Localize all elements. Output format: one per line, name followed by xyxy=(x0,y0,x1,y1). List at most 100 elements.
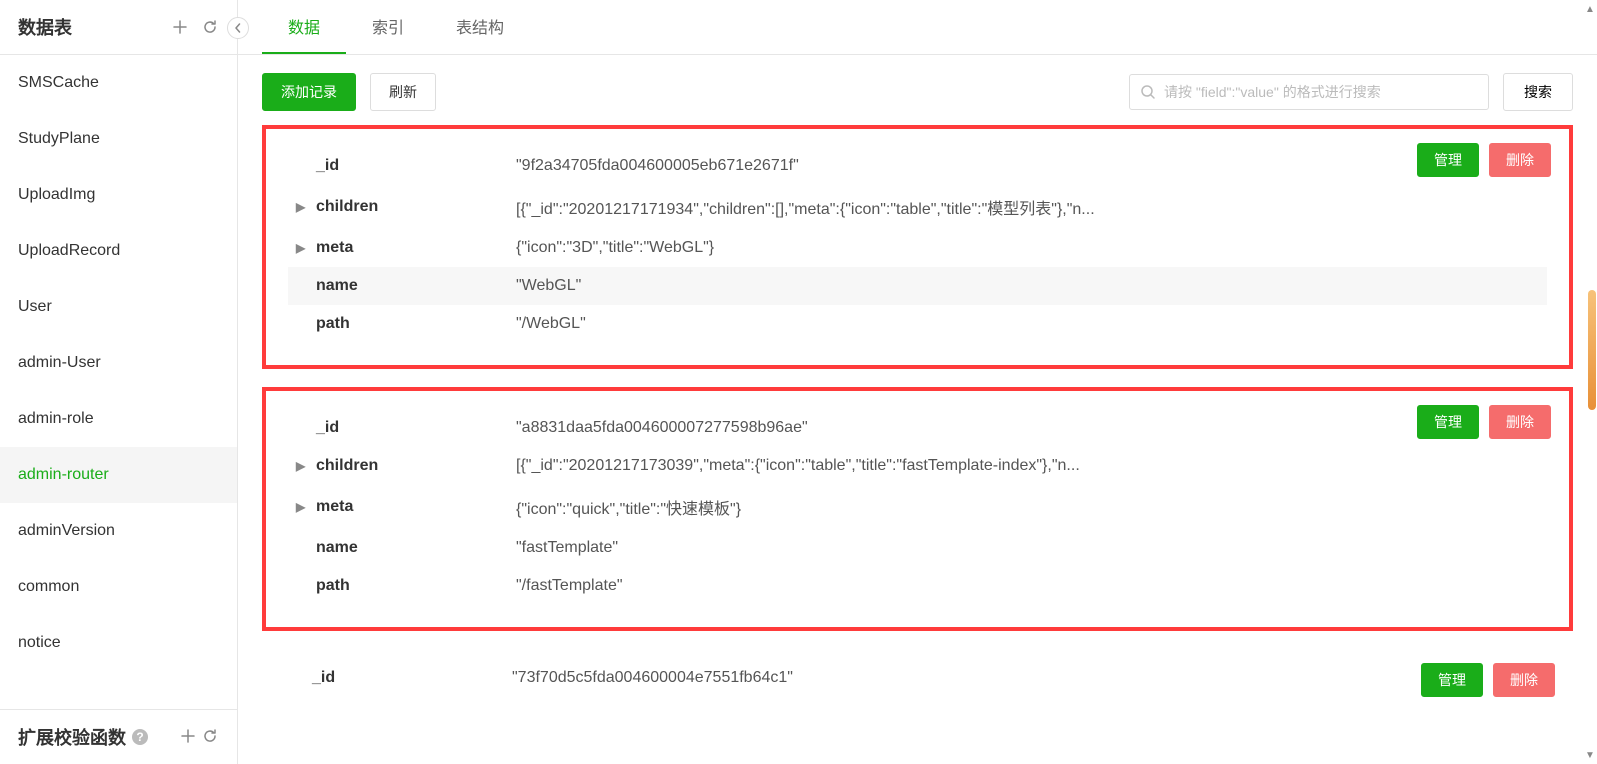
expand-caret-icon[interactable]: ▶ xyxy=(296,500,308,514)
field-key: ▶ children xyxy=(296,457,516,475)
field-value: "73f70d5c5fda004600004e7551fb64c1" xyxy=(512,669,1543,687)
field-row-children[interactable]: ▶ children [{"_id":"20201217173039","meta"… xyxy=(288,447,1547,485)
field-row-_id[interactable]: _id "a8831daa5fda004600007277598b96ae" xyxy=(288,409,1547,447)
sidebar-item-notice[interactable]: notice xyxy=(0,615,237,671)
sidebar-item-SMSCache[interactable]: SMSCache xyxy=(0,55,237,111)
field-value: "WebGL" xyxy=(516,277,1539,295)
search-box xyxy=(1129,74,1489,110)
sidebar-footer-title: 扩展校验函数 ? xyxy=(18,724,148,750)
field-key: _id xyxy=(296,157,516,175)
sidebar-item-adminVersion[interactable]: adminVersion xyxy=(0,503,237,559)
field-key-label: children xyxy=(316,457,378,475)
sidebar: 数据表 SMSCacheStudyPlaneUploadImgUploadRec… xyxy=(0,0,238,764)
search-input[interactable] xyxy=(1164,84,1478,100)
field-key: path xyxy=(296,315,516,333)
sidebar-item-admin-User[interactable]: admin-User xyxy=(0,335,237,391)
record-actions: 管理删除 xyxy=(1421,663,1555,697)
sidebar-item-admin-role[interactable]: admin-role xyxy=(0,391,237,447)
field-key-label: _id xyxy=(312,669,335,687)
field-key: name xyxy=(296,539,516,557)
sidebar-footer: 扩展校验函数 ? xyxy=(0,709,237,764)
field-key: path xyxy=(296,577,516,595)
sidebar-footer-actions xyxy=(179,727,219,747)
field-row-children[interactable]: ▶ children [{"_id":"20201217171934","child… xyxy=(288,185,1547,229)
field-key: name xyxy=(296,277,516,295)
sidebar-header: 数据表 xyxy=(0,0,237,55)
field-value: "/WebGL" xyxy=(516,315,1539,333)
tabs: 数据索引表结构 xyxy=(238,0,1597,55)
records-list: 管理删除_id"9f2a34705fda004600005eb671e2671f… xyxy=(238,125,1597,764)
sidebar-item-UploadImg[interactable]: UploadImg xyxy=(0,167,237,223)
field-row-meta[interactable]: ▶ meta {"icon":"quick","title":"快速模板"} xyxy=(288,485,1547,529)
sidebar-item-admin-router[interactable]: admin-router xyxy=(0,447,237,503)
scroll-up-icon[interactable]: ▲ xyxy=(1585,4,1595,14)
search-button[interactable]: 搜索 xyxy=(1503,73,1573,111)
field-key-label: _id xyxy=(316,419,339,437)
field-key: ▶ meta xyxy=(296,239,516,257)
sidebar-header-actions xyxy=(171,18,219,36)
record-actions: 管理删除 xyxy=(1417,405,1551,439)
scroll-thumb[interactable] xyxy=(1588,290,1596,410)
record-card: 管理删除 _id "9f2a34705fda004600005eb671e2671f… xyxy=(262,125,1573,369)
info-icon[interactable]: ? xyxy=(132,729,148,745)
field-value: [{"_id":"20201217173039","meta":{"icon":… xyxy=(516,457,1539,475)
field-value: [{"_id":"20201217171934","children":[],"… xyxy=(516,195,1539,219)
refresh-functions-icon[interactable] xyxy=(201,727,219,745)
field-row-name[interactable]: name "fastTemplate" xyxy=(288,529,1547,567)
field-key: _id xyxy=(296,419,516,437)
sidebar-item-StudyPlane[interactable]: StudyPlane xyxy=(0,111,237,167)
page-scrollbar[interactable]: ▲ ▼ xyxy=(1583,0,1597,764)
expand-caret-icon[interactable]: ▶ xyxy=(296,459,308,473)
field-row-meta[interactable]: ▶ meta {"icon":"3D","title":"WebGL"} xyxy=(288,229,1547,267)
field-key-label: name xyxy=(316,277,358,295)
scroll-down-icon[interactable]: ▼ xyxy=(1585,750,1595,760)
sidebar-title: 数据表 xyxy=(18,14,72,40)
sidebar-list: SMSCacheStudyPlaneUploadImgUploadRecordU… xyxy=(0,55,237,709)
refresh-tables-icon[interactable] xyxy=(201,18,219,36)
field-value: {"icon":"3D","title":"WebGL"} xyxy=(516,239,1539,257)
record-card: 管理删除 _id "a8831daa5fda004600007277598b96ae… xyxy=(262,387,1573,631)
delete-button[interactable]: 删除 xyxy=(1489,405,1551,439)
delete-button[interactable]: 删除 xyxy=(1489,143,1551,177)
field-key: _id xyxy=(292,669,512,687)
record-actions: 管理删除 xyxy=(1417,143,1551,177)
record-card: 管理删除 _id "73f70d5c5fda004600004e7551fb64c1… xyxy=(262,649,1573,707)
refresh-button[interactable]: 刷新 xyxy=(370,73,436,111)
add-record-button[interactable]: 添加记录 xyxy=(262,73,356,111)
field-value: "fastTemplate" xyxy=(516,539,1539,557)
field-value: {"icon":"quick","title":"快速模板"} xyxy=(516,495,1539,519)
manage-button[interactable]: 管理 xyxy=(1421,663,1483,697)
field-row-path[interactable]: path "/WebGL" xyxy=(288,305,1547,343)
collapse-sidebar-icon[interactable] xyxy=(227,17,249,39)
field-value: "a8831daa5fda004600007277598b96ae" xyxy=(516,419,1539,437)
field-key-label: meta xyxy=(316,498,353,516)
field-key: ▶ meta xyxy=(296,498,516,516)
tab-表结构[interactable]: 表结构 xyxy=(430,0,530,54)
field-key-label: meta xyxy=(316,239,353,257)
sidebar-item-UploadRecord[interactable]: UploadRecord xyxy=(0,223,237,279)
manage-button[interactable]: 管理 xyxy=(1417,405,1479,439)
field-key-label: children xyxy=(316,198,378,216)
field-key-label: name xyxy=(316,539,358,557)
sidebar-item-User[interactable]: User xyxy=(0,279,237,335)
expand-caret-icon[interactable]: ▶ xyxy=(296,200,308,214)
field-row-_id[interactable]: _id "73f70d5c5fda004600004e7551fb64c1" xyxy=(284,659,1551,697)
delete-button[interactable]: 删除 xyxy=(1493,663,1555,697)
sidebar-item-common[interactable]: common xyxy=(0,559,237,615)
add-function-icon[interactable] xyxy=(179,727,197,745)
expand-caret-icon[interactable]: ▶ xyxy=(296,241,308,255)
search-icon xyxy=(1140,84,1156,100)
field-key-label: path xyxy=(316,315,350,333)
field-row-path[interactable]: path"/fastTemplate" xyxy=(288,567,1547,605)
main: 数据索引表结构 添加记录 刷新 搜索 管理删除_id"9f2a34705fda0… xyxy=(238,0,1597,764)
field-row-name[interactable]: name "WebGL" xyxy=(288,267,1547,305)
tab-数据[interactable]: 数据 xyxy=(262,0,346,54)
tab-索引[interactable]: 索引 xyxy=(346,0,430,54)
field-key: ▶ children xyxy=(296,198,516,216)
field-value: "9f2a34705fda004600005eb671e2671f" xyxy=(516,157,1539,175)
manage-button[interactable]: 管理 xyxy=(1417,143,1479,177)
add-table-icon[interactable] xyxy=(171,18,189,36)
field-key-label: _id xyxy=(316,157,339,175)
field-value: "/fastTemplate" xyxy=(516,577,1539,595)
field-row-_id[interactable]: _id "9f2a34705fda004600005eb671e2671f" xyxy=(288,147,1547,185)
